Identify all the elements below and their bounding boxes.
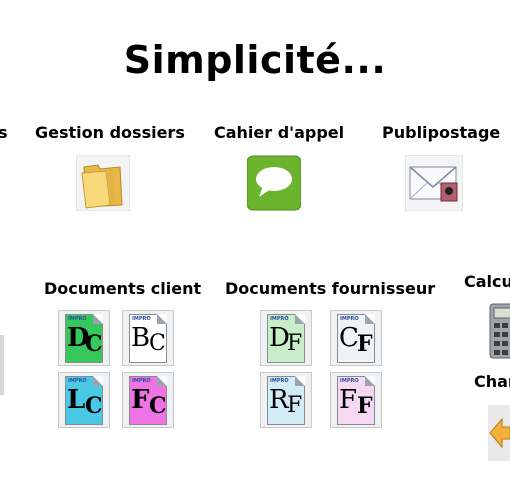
document-rf-icon[interactable]: IMPRO R F <box>260 372 312 428</box>
doc-letter-main: F <box>339 385 358 415</box>
doc-letter-main: L <box>67 385 86 415</box>
doc-letter-main: F <box>131 385 150 415</box>
page-title: Simplicité... <box>123 38 387 82</box>
calculatrice-label: Calcu <box>464 272 510 291</box>
cahier-appel-label: Cahier d'appel <box>214 123 345 142</box>
cut-off-label: s <box>0 123 8 142</box>
doc-letter-main: C <box>339 323 359 353</box>
folder-icon[interactable] <box>75 154 131 212</box>
envelope-icon[interactable] <box>404 154 464 212</box>
doc-letter-sub: C <box>85 393 103 419</box>
doc-letter-sub: F <box>287 393 303 418</box>
doc-letter-sub: C <box>149 393 167 419</box>
document-df-icon[interactable]: IMPRO D F <box>260 310 312 366</box>
calculator-icon[interactable] <box>488 303 510 359</box>
documents-client-label: Documents client <box>44 279 202 298</box>
documents-fournisseur-label: Documents fournisseur <box>225 279 436 298</box>
gestion-dossiers-label: Gestion dossiers <box>35 123 185 142</box>
document-dc-icon[interactable]: IMPRO D C <box>58 310 110 366</box>
doc-letter-sub: F <box>357 331 373 357</box>
document-lc-icon[interactable]: IMPRO L C <box>58 372 110 428</box>
doc-letter-sub: F <box>287 331 303 356</box>
document-cf-icon[interactable]: IMPRO C F <box>330 310 382 366</box>
document-bc-icon[interactable]: IMPRO B C <box>122 310 174 366</box>
speech-bubble-icon[interactable] <box>246 155 302 211</box>
doc-letter-sub: F <box>357 393 373 419</box>
doc-letter-main: R <box>269 385 289 415</box>
doc-letter-main: B <box>131 323 151 353</box>
doc-letter-sub: C <box>85 331 103 357</box>
cut-off-icon <box>0 335 4 395</box>
charger-label: Char <box>474 372 510 391</box>
document-fc-icon[interactable]: IMPRO F C <box>122 372 174 428</box>
arrow-left-icon[interactable] <box>488 405 510 461</box>
publipostage-label: Publipostage <box>382 123 501 142</box>
doc-letter-sub: C <box>149 331 166 356</box>
document-ff-icon[interactable]: IMPRO F F <box>330 372 382 428</box>
